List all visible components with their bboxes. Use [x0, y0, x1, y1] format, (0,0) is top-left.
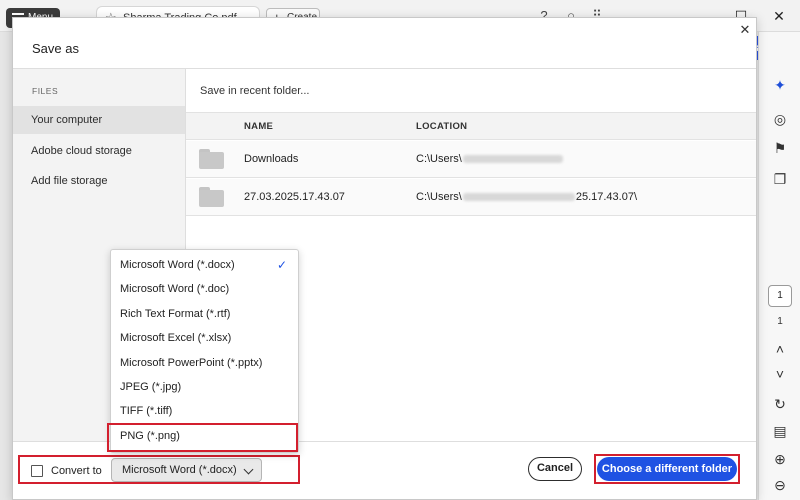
checkbox-box[interactable] [31, 465, 43, 477]
sidebar-item-add-file-storage[interactable]: Add file storage [13, 167, 185, 195]
zoom-in-icon[interactable]: ⊕ [771, 450, 789, 468]
comment-icon[interactable]: ◎ [771, 110, 789, 128]
dialog-title: Save as [32, 41, 79, 56]
convert-to-label: Convert to [51, 465, 102, 477]
sidebar-item-label: Add file storage [31, 175, 108, 187]
folder-location: C:\Users\ [416, 141, 564, 178]
redacted-path [462, 155, 563, 164]
page-doc-icon[interactable]: ▤ [771, 422, 789, 440]
option-label: JPEG (*.jpg) [120, 380, 182, 393]
bookmark-icon[interactable]: ⚑ [771, 139, 789, 157]
chevron-down-icon[interactable]: ˅ [771, 365, 789, 383]
folder-icon [199, 149, 224, 169]
folder-name: Downloads [244, 153, 299, 165]
chevron-up-icon[interactable]: ˄ [771, 340, 789, 358]
table-header: NAME LOCATION [186, 112, 756, 140]
refresh-icon[interactable]: ↻ [771, 395, 789, 413]
recent-folder-heading: Save in recent folder... [200, 85, 310, 97]
folder-location: C:\Users\ 25.17.43.07\ [416, 179, 637, 216]
dropdown-option-docx[interactable]: Microsoft Word (*.docx) ✓ [111, 253, 298, 277]
format-select-value: Microsoft Word (*.docx) [122, 464, 237, 476]
sidebar-heading: FILES [32, 86, 59, 96]
window-close-icon[interactable]: ✕ [769, 6, 789, 26]
page-number-input[interactable]: 1 [768, 285, 792, 307]
dropdown-option-png[interactable]: PNG (*.png) [111, 424, 298, 448]
convert-to-checkbox[interactable]: Convert to [31, 462, 111, 480]
chevron-down-icon [243, 464, 254, 475]
location-prefix: C:\Users\ [416, 153, 462, 165]
redacted-path [462, 193, 575, 202]
checkmark-icon: ✓ [276, 258, 287, 272]
format-dropdown-menu: Microsoft Word (*.docx) ✓ Microsoft Word… [110, 249, 299, 453]
page-number-value: 1 [777, 290, 783, 301]
column-header-name: NAME [244, 121, 274, 132]
option-label: TIFF (*.tiff) [120, 405, 173, 418]
sidebar-item-your-computer[interactable]: Your computer [13, 106, 185, 134]
table-row[interactable]: Downloads C:\Users\ [186, 141, 756, 178]
dropdown-option-tiff[interactable]: TIFF (*.tiff) [111, 399, 298, 423]
dropdown-option-doc[interactable]: Microsoft Word (*.doc) [111, 277, 298, 301]
dropdown-option-xlsx[interactable]: Microsoft Excel (*.xlsx) [111, 326, 298, 350]
location-prefix: C:\Users\ [416, 191, 462, 203]
folder-name: 27.03.2025.17.43.07 [244, 191, 345, 203]
dropdown-option-jpg[interactable]: JPEG (*.jpg) [111, 375, 298, 399]
sidebar-item-label: Your computer [31, 114, 103, 126]
copy-pages-icon[interactable]: ❐ [771, 170, 789, 188]
format-select[interactable]: Microsoft Word (*.docx) [111, 458, 262, 482]
option-label: Microsoft Excel (*.xlsx) [120, 332, 232, 345]
choose-different-folder-button[interactable]: Choose a different folder [597, 457, 737, 481]
close-icon[interactable]: ✕ [737, 20, 753, 40]
table-row[interactable]: 27.03.2025.17.43.07 C:\Users\ 25.17.43.07… [186, 179, 756, 216]
option-label: Microsoft Word (*.docx) [120, 259, 235, 271]
cancel-button[interactable]: Cancel [528, 457, 582, 481]
zoom-out-icon[interactable]: ⊖ [771, 476, 789, 494]
option-label: PNG (*.png) [120, 429, 180, 442]
option-label: Microsoft PowerPoint (*.pptx) [120, 356, 263, 369]
location-suffix: 25.17.43.07\ [575, 191, 638, 203]
sidebar-item-adobe-cloud-storage[interactable]: Adobe cloud storage [13, 137, 185, 165]
option-label: Rich Text Format (*.rtf) [120, 307, 231, 320]
page-total: 1 [777, 316, 783, 327]
sidebar-item-label: Adobe cloud storage [31, 145, 132, 157]
dropdown-option-rtf[interactable]: Rich Text Format (*.rtf) [111, 302, 298, 326]
dropdown-option-pptx[interactable]: Microsoft PowerPoint (*.pptx) [111, 351, 298, 375]
folder-icon [199, 187, 224, 207]
ai-summary-icon[interactable]: ✦ [771, 76, 789, 94]
option-label: Microsoft Word (*.doc) [120, 283, 230, 296]
right-tool-rail: ✦ ◎ ⚑ ❐ 1 1 ˄ ˅ ↻ ▤ ⊕ ⊖ [758, 32, 800, 500]
column-header-location: LOCATION [416, 121, 468, 132]
